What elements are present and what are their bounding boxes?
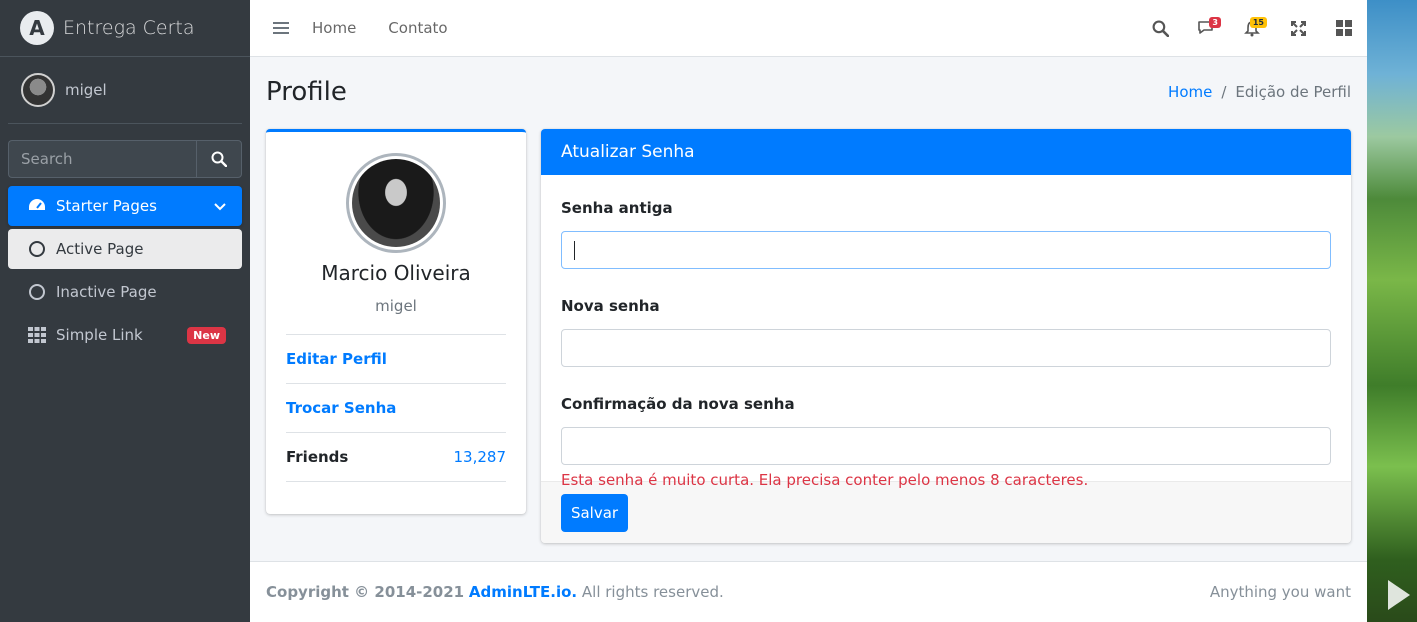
notifications-count-badge: 15: [1249, 17, 1267, 28]
messages-count-badge: 3: [1209, 17, 1221, 28]
main-sidebar: A Entrega Certa migel Search Starter Pag…: [0, 0, 250, 622]
background-scenery: [1367, 0, 1417, 622]
list-item: Editar Perfil: [286, 335, 506, 384]
sidebar-search: Search: [8, 140, 242, 178]
breadcrumb-current: Edição de Perfil: [1235, 83, 1351, 101]
nav-link-home[interactable]: Home: [312, 19, 356, 37]
chevron-down-icon: [214, 197, 226, 215]
search-icon: [211, 151, 227, 167]
profile-links: Editar Perfil Trocar Senha Friends 13,28…: [286, 334, 506, 482]
th-large-icon: [1336, 20, 1352, 36]
update-password-card: Atualizar Senha Senha antiga Nova senha …: [541, 129, 1351, 543]
sidebar-item-label: Inactive Page: [56, 283, 157, 301]
new-password-label: Nova senha: [561, 297, 660, 315]
save-button[interactable]: Salvar: [561, 494, 628, 532]
copyright-text: Copyright © 2014-2021: [266, 583, 465, 601]
old-password-label: Senha antiga: [561, 199, 673, 217]
search-icon: [1152, 20, 1169, 37]
breadcrumb: Home / Edição de Perfil: [1168, 83, 1351, 101]
profile-card: Marcio Oliveira migel Editar Perfil Troc…: [266, 129, 526, 514]
circle-icon: [28, 284, 46, 300]
user-panel[interactable]: migel: [8, 57, 242, 124]
breadcrumb-home[interactable]: Home: [1168, 83, 1212, 101]
friends-count[interactable]: 13,287: [454, 448, 507, 466]
change-password-link[interactable]: Trocar Senha: [286, 399, 396, 417]
card-title: Atualizar Senha: [541, 129, 1351, 175]
content-header: Profile Home / Edição de Perfil: [266, 72, 1351, 112]
notifications-button[interactable]: 15: [1229, 8, 1275, 48]
sidebar-item-starter-pages[interactable]: Starter Pages: [8, 186, 242, 226]
friends-label: Friends: [286, 448, 349, 466]
confirm-password-field[interactable]: [561, 427, 1331, 465]
profile-username: migel: [375, 297, 417, 315]
expand-icon: [1290, 20, 1306, 36]
list-item: Trocar Senha: [286, 384, 506, 433]
sidebar-user-name[interactable]: migel: [65, 81, 107, 99]
nav-link-contato[interactable]: Contato: [388, 19, 447, 37]
brand-name: Entrega Certa: [63, 17, 195, 39]
sidebar-nav: Starter Pages Active Page Inactive Page …: [8, 186, 242, 355]
sidebar-item-simple-link[interactable]: Simple Link New: [8, 315, 242, 355]
adminlte-link[interactable]: AdminLTE.io.: [469, 583, 577, 601]
navbar-search-button[interactable]: [1137, 8, 1183, 48]
rights-text: All rights reserved.: [581, 583, 724, 601]
messages-button[interactable]: 3: [1183, 8, 1229, 48]
list-item: Friends 13,287: [286, 433, 506, 482]
brand-link[interactable]: A Entrega Certa: [0, 0, 250, 57]
sidebar-item-label: Simple Link: [56, 326, 143, 344]
old-password-field[interactable]: [561, 231, 1331, 269]
control-sidebar-button[interactable]: [1321, 8, 1367, 48]
search-button[interactable]: [196, 140, 242, 178]
sidebar-item-active-page[interactable]: Active Page: [8, 229, 242, 269]
confirm-password-label: Confirmação da nova senha: [561, 395, 795, 413]
circle-icon: [28, 241, 46, 257]
avatar: [21, 73, 55, 107]
brand-logo-icon: A: [20, 11, 54, 45]
password-form: Senha antiga Nova senha Confirmação da n…: [541, 175, 1351, 489]
page-title: Profile: [266, 77, 347, 107]
footer-right-text: Anything you want: [1209, 583, 1351, 601]
sidebar-item-label: Starter Pages: [56, 197, 157, 215]
profile-name: Marcio Oliveira: [321, 261, 471, 285]
top-navbar: Home Contato 3 15: [250, 0, 1367, 57]
new-password-field[interactable]: [561, 329, 1331, 367]
fullscreen-button[interactable]: [1275, 8, 1321, 48]
play-icon[interactable]: [1388, 580, 1410, 610]
tachometer-icon: [28, 198, 46, 214]
main-footer: Copyright © 2014-2021 AdminLTE.io. All r…: [250, 561, 1367, 622]
card-footer: Salvar: [541, 481, 1351, 543]
sidebar-item-inactive-page[interactable]: Inactive Page: [8, 272, 242, 312]
edit-profile-link[interactable]: Editar Perfil: [286, 350, 387, 368]
sidebar-item-label: Active Page: [56, 240, 144, 258]
profile-avatar: [346, 153, 446, 253]
grid-icon: [28, 327, 46, 343]
new-badge: New: [187, 326, 226, 344]
hamburger-icon: [273, 22, 289, 34]
menu-toggle-button[interactable]: [250, 21, 312, 35]
search-input[interactable]: Search: [8, 140, 196, 178]
